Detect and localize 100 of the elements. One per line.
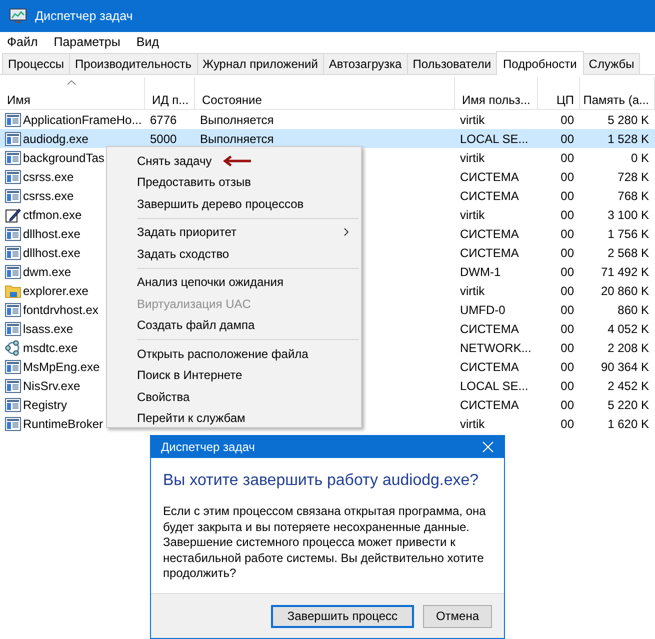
table-cell: 860 K [618, 302, 649, 316]
table-cell: 728 K [618, 170, 649, 184]
table-cell: 2 452 K [608, 378, 649, 392]
table-cell: NisSrv.exe [23, 378, 80, 392]
table-cell: RuntimeBroker [23, 416, 104, 430]
window-icon [5, 264, 21, 278]
column-header[interactable]: ЦП [538, 77, 580, 109]
table-cell: explorer.exe [23, 284, 88, 298]
table-cell: csrss.exe [23, 170, 74, 184]
window-icon [5, 188, 21, 202]
window-icon [5, 416, 21, 430]
window-icon [5, 302, 21, 316]
menu-item[interactable]: Завершить дерево процессов [107, 193, 361, 214]
pen-icon [5, 206, 21, 222]
close-icon[interactable] [482, 441, 494, 453]
menu-item[interactable]: Свойства [107, 386, 361, 408]
table-cell: 00 [560, 416, 574, 430]
table-cell: msdtc.exe [23, 340, 78, 354]
tab[interactable]: Пользователи [406, 53, 498, 74]
menu-item[interactable]: Открыть расположение файла [107, 343, 361, 364]
tab[interactable]: Производительность [69, 53, 198, 74]
network-icon [5, 340, 21, 356]
table-cell: backgroundTas [23, 150, 104, 164]
table-cell: LOCAL SE... [460, 132, 528, 146]
table-cell: 2 568 K [608, 246, 649, 260]
table-cell: 00 [560, 378, 574, 392]
dialog-message: Если с этим процессом связана открытая программа, она будет закрыта и вы потеряете несохраненные данные. Завершение системного процесса может привести к нестабильной работе системы. Вы действительно хотите продолжить? [163, 504, 487, 582]
table-cell: csrss.exe [23, 188, 74, 202]
column-header[interactable]: ИД п... [145, 77, 195, 109]
window-icon [5, 378, 21, 392]
menu-item[interactable]: Параметры [54, 35, 120, 51]
table-cell: 5 280 K [608, 112, 649, 126]
table-cell: 00 [560, 132, 574, 146]
menu-item[interactable]: Перейти к службам [107, 408, 361, 429]
table-cell: ApplicationFrameHo... [23, 112, 142, 126]
table-cell: lsass.exe [23, 322, 74, 336]
table-cell: MsMpEng.exe [23, 360, 100, 374]
menu-item[interactable]: Поиск в Интернете [107, 364, 361, 386]
table-cell: virtik [460, 112, 485, 126]
table-cell: LOCAL SE... [460, 378, 528, 392]
menu-item[interactable]: Задать приоритет [107, 222, 361, 243]
table-cell: 5 220 K [608, 398, 649, 412]
table-cell: 3 100 K [608, 208, 649, 222]
table-cell: 90 364 K [600, 360, 649, 374]
tab[interactable]: Процессы [2, 53, 70, 74]
table-cell: СИСТЕМА [460, 246, 519, 260]
table-cell: dwm.exe [23, 264, 72, 278]
table-cell: 2 208 K [608, 340, 649, 354]
tab[interactable]: Автозагрузка [322, 53, 408, 74]
table-cell: 00 [560, 208, 574, 222]
column-header[interactable]: Память (а... [580, 77, 655, 109]
dialog-button[interactable]: Отмена [422, 604, 492, 628]
window-icon [5, 322, 21, 336]
menu-item[interactable]: Задать сходство [107, 243, 361, 264]
table-cell: 00 [560, 398, 574, 412]
table-cell: СИСТЕМА [460, 398, 519, 412]
table-cell: 1 620 K [608, 416, 649, 430]
tab[interactable]: Подробности [496, 51, 584, 75]
table-cell: 00 [560, 246, 574, 260]
folder-icon [5, 284, 21, 298]
table-cell: СИСТЕМА [460, 226, 519, 240]
table-cell: 768 K [618, 188, 649, 202]
window-icon [5, 170, 21, 184]
table-cell: 00 [560, 264, 574, 278]
table-cell: audiodg.exe [23, 132, 88, 146]
dialog-title: Диспетчер задач [161, 440, 255, 454]
table-cell: 20 860 K [600, 284, 649, 298]
dialog-button[interactable]: Завершить процесс [270, 604, 414, 628]
column-header[interactable]: Имя польз... [455, 77, 538, 109]
tab[interactable]: Службы [582, 53, 640, 74]
window-icon [5, 150, 21, 164]
menu-item[interactable]: Снять задачу [107, 150, 361, 172]
table-cell: dllhost.exe [23, 246, 80, 260]
menu-item[interactable]: Файл [7, 35, 38, 51]
table-cell: 00 [560, 150, 574, 164]
menu-item[interactable]: Анализ цепочки ожидания [107, 272, 361, 293]
table-cell: 00 [560, 360, 574, 374]
window-icon [5, 132, 21, 146]
table-cell: NETWORK... [460, 340, 532, 354]
table-cell: 5000 [150, 132, 177, 146]
table-cell: virtik [460, 284, 485, 298]
table-cell: 00 [560, 112, 574, 126]
column-header[interactable]: Состояние [195, 77, 455, 109]
menu-item[interactable]: Предоставить отзыв [107, 172, 361, 193]
table-cell: 0 K [630, 150, 649, 164]
column-header[interactable]: Имя [0, 77, 145, 109]
table-cell: Выполняется [200, 112, 274, 126]
table-cell: СИСТЕМА [460, 170, 519, 184]
tab[interactable]: Журнал приложений [196, 53, 324, 74]
dialog-heading: Вы хотите завершить работу audiodg.exe? [163, 472, 480, 490]
table-cell: 1 756 K [608, 226, 649, 240]
table-cell: СИСТЕМА [460, 188, 519, 202]
table-cell: fontdrvhost.ex [23, 302, 98, 316]
table-cell: Registry [23, 398, 68, 412]
table-cell: DWM-1 [460, 264, 501, 278]
window-icon [5, 112, 21, 126]
menu-item[interactable]: Создать файл дампа [107, 314, 361, 336]
menu-item[interactable]: Вид [136, 35, 159, 51]
table-cell: 6776 [150, 112, 177, 126]
table-cell: 00 [560, 226, 574, 240]
